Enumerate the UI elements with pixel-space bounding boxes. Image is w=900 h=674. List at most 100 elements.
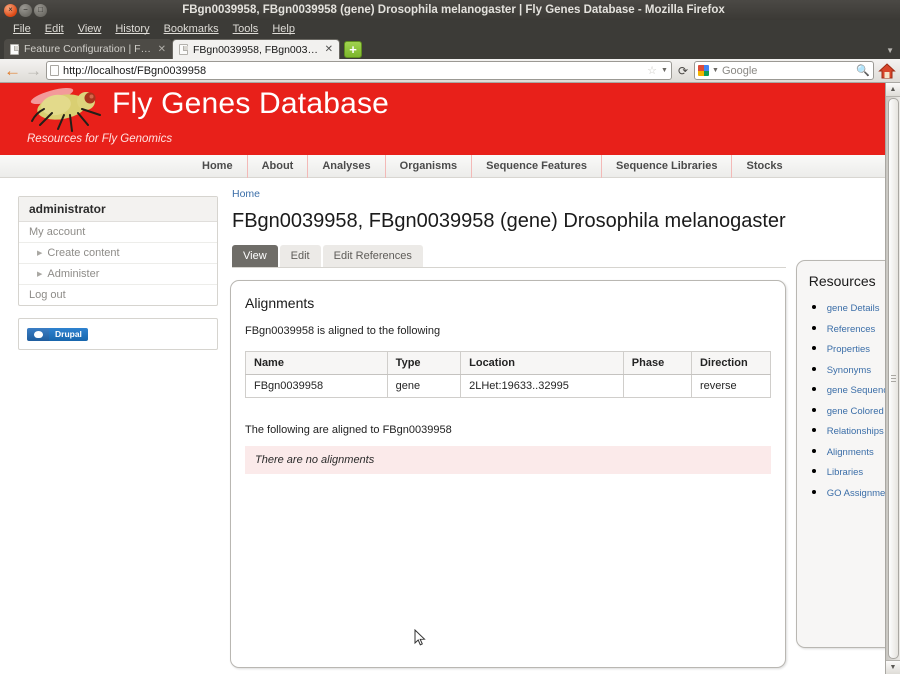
main-region: Home FBgn0039958, FBgn0039958 (gene) Dro… xyxy=(222,188,885,668)
bookmark-star-icon[interactable]: ☆ xyxy=(647,64,657,77)
list-item[interactable]: gene Sequence xyxy=(827,380,885,398)
back-arrow-icon[interactable]: ← xyxy=(4,62,21,79)
menu-bookmarks[interactable]: Bookmarks xyxy=(157,23,226,35)
user-block-title: administrator xyxy=(19,197,217,222)
list-item[interactable]: GO Assignments xyxy=(827,483,885,501)
tab-list-chevron-down-icon[interactable]: ▼ xyxy=(886,46,894,55)
page-content: Fly Genes Database Resources for Fly Gen… xyxy=(0,83,885,674)
tab-edit[interactable]: Edit xyxy=(279,245,321,267)
nav-item-sequence-features[interactable]: Sequence Features xyxy=(471,154,601,178)
triangle-right-icon: ▶ xyxy=(37,250,43,257)
menu-view[interactable]: View xyxy=(71,23,109,35)
tab-close-icon[interactable]: ✕ xyxy=(158,44,166,55)
cell-phase xyxy=(623,374,692,398)
tab-edit-references[interactable]: Edit References xyxy=(322,245,423,267)
window-controls: × − □ xyxy=(4,3,47,17)
nav-item-home[interactable]: Home xyxy=(188,155,247,178)
scrollbar-thumb[interactable] xyxy=(887,98,899,659)
browser-viewport: Fly Genes Database Resources for Fly Gen… xyxy=(0,83,900,674)
resource-link-gene-details[interactable]: gene Details xyxy=(827,303,880,314)
breadcrumb[interactable]: Home xyxy=(232,188,786,200)
drupal-badge[interactable]: Drupal xyxy=(27,328,88,341)
minimize-icon[interactable]: − xyxy=(19,3,32,17)
sidebar-item-administer[interactable]: ▶ Administer xyxy=(19,264,217,285)
chevron-down-icon[interactable]: ▼ xyxy=(712,67,719,74)
list-item[interactable]: Libraries xyxy=(827,462,885,480)
page-body: administrator My account ▶ Create conten… xyxy=(0,178,885,668)
alignments-panel-title: Alignments xyxy=(245,295,315,311)
site-title: Fly Genes Database xyxy=(112,87,390,120)
sidebar-item-create-content[interactable]: ▶ Create content xyxy=(19,243,217,264)
title-bar: × − □ FBgn0039958, FBgn0039958 (gene) Dr… xyxy=(0,0,900,20)
search-placeholder: Google xyxy=(721,64,758,77)
page-scrollbar[interactable]: ▲ ▼ xyxy=(885,83,900,674)
nav-item-stocks[interactable]: Stocks xyxy=(731,154,796,178)
resource-link-properties[interactable]: Properties xyxy=(827,344,870,355)
browser-tab-1[interactable]: Feature Configuration | Fly ... ✕ xyxy=(4,39,172,59)
search-icon[interactable]: 🔍 xyxy=(856,64,870,77)
list-item[interactable]: gene Colored Sequence xyxy=(827,401,885,419)
sidebar-item-label: Administer xyxy=(47,268,100,280)
resource-link-libraries[interactable]: Libraries xyxy=(827,467,863,478)
scroll-down-arrow-icon[interactable]: ▼ xyxy=(885,660,900,674)
resource-link-alignments[interactable]: Alignments xyxy=(827,447,874,458)
scroll-up-arrow-icon[interactable]: ▲ xyxy=(885,83,900,97)
menu-file[interactable]: File xyxy=(6,23,38,35)
menu-edit[interactable]: Edit xyxy=(38,23,71,35)
list-item[interactable]: Relationships xyxy=(827,421,885,439)
list-item[interactable]: Synonyms xyxy=(827,360,885,378)
nav-item-organisms[interactable]: Organisms xyxy=(384,154,471,178)
list-item[interactable]: References xyxy=(827,319,885,337)
drupal-block: Drupal xyxy=(18,318,218,350)
list-item[interactable]: Properties xyxy=(827,339,885,357)
list-item[interactable]: gene Details xyxy=(827,298,885,316)
resource-link-gene-sequence[interactable]: gene Sequence xyxy=(827,385,885,396)
reload-icon[interactable]: ⟳ xyxy=(676,64,690,78)
scrollbar-grip-icon xyxy=(890,375,896,382)
page-icon xyxy=(10,43,19,55)
nav-item-sequence-libraries[interactable]: Sequence Libraries xyxy=(600,154,732,178)
menu-help[interactable]: Help xyxy=(265,23,302,35)
left-sidebar: administrator My account ▶ Create conten… xyxy=(0,188,222,668)
drupal-drop-icon xyxy=(27,328,49,341)
sidebar-item-my-account[interactable]: My account xyxy=(19,222,217,243)
home-icon[interactable] xyxy=(878,62,896,80)
navigation-toolbar: ← → http://localhost/FBgn0039958 ☆ ▼ ⟳ ▼… xyxy=(0,59,900,83)
resources-title: Resources xyxy=(808,273,876,289)
resource-link-references[interactable]: References xyxy=(827,324,876,335)
browser-tab-2[interactable]: FBgn0039958, FBgn0039958... ✕ xyxy=(172,39,340,59)
url-bar[interactable]: http://localhost/FBgn0039958 ☆ ▼ xyxy=(46,61,672,80)
triangle-right-icon: ▶ xyxy=(37,271,43,278)
menu-history[interactable]: History xyxy=(108,23,156,35)
close-icon[interactable]: × xyxy=(4,3,17,17)
nav-item-about[interactable]: About xyxy=(246,154,308,178)
alignments-panel: Alignments FBgn0039958 is aligned to the… xyxy=(230,280,786,668)
page-icon xyxy=(179,44,188,55)
page-identity-icon xyxy=(50,65,59,76)
resource-link-relationships[interactable]: Relationships xyxy=(827,426,884,437)
tab-view[interactable]: View xyxy=(232,245,278,267)
resource-link-gene-colored-sequence[interactable]: gene Colored Sequence xyxy=(827,406,885,417)
resource-link-go-assignments[interactable]: GO Assignments xyxy=(827,488,885,499)
url-text: http://localhost/FBgn0039958 xyxy=(63,64,207,77)
alignments-table: Name Type Location Phase Direction FBgn0… xyxy=(245,351,771,398)
cell-name: FBgn0039958 xyxy=(245,374,388,398)
main-column: Home FBgn0039958, FBgn0039958 (gene) Dro… xyxy=(230,188,786,668)
resource-link-synonyms[interactable]: Synonyms xyxy=(827,365,871,376)
aligned-to-text: FBgn0039958 is aligned to the following xyxy=(245,325,441,337)
tab-close-icon[interactable]: ✕ xyxy=(325,44,333,55)
sidebar-item-log-out[interactable]: Log out xyxy=(19,285,217,305)
resources-panel: Resources gene Details References Proper… xyxy=(795,260,885,648)
new-tab-button[interactable]: + xyxy=(344,41,362,58)
search-input[interactable]: ▼ Google 🔍 xyxy=(694,61,874,80)
maximize-icon[interactable]: □ xyxy=(34,3,47,17)
site-header: Fly Genes Database Resources for Fly Gen… xyxy=(0,83,885,155)
table-header-row: Name Type Location Phase Direction xyxy=(245,351,771,375)
nav-item-analyses[interactable]: Analyses xyxy=(307,154,384,178)
browser-tab-2-label: FBgn0039958, FBgn0039958... xyxy=(193,43,320,56)
cell-direction: reverse xyxy=(699,380,737,392)
list-item[interactable]: Alignments xyxy=(827,442,885,460)
forward-arrow-icon[interactable]: → xyxy=(25,62,42,79)
chevron-down-icon[interactable]: ▼ xyxy=(661,67,668,74)
menu-tools[interactable]: Tools xyxy=(226,23,266,35)
